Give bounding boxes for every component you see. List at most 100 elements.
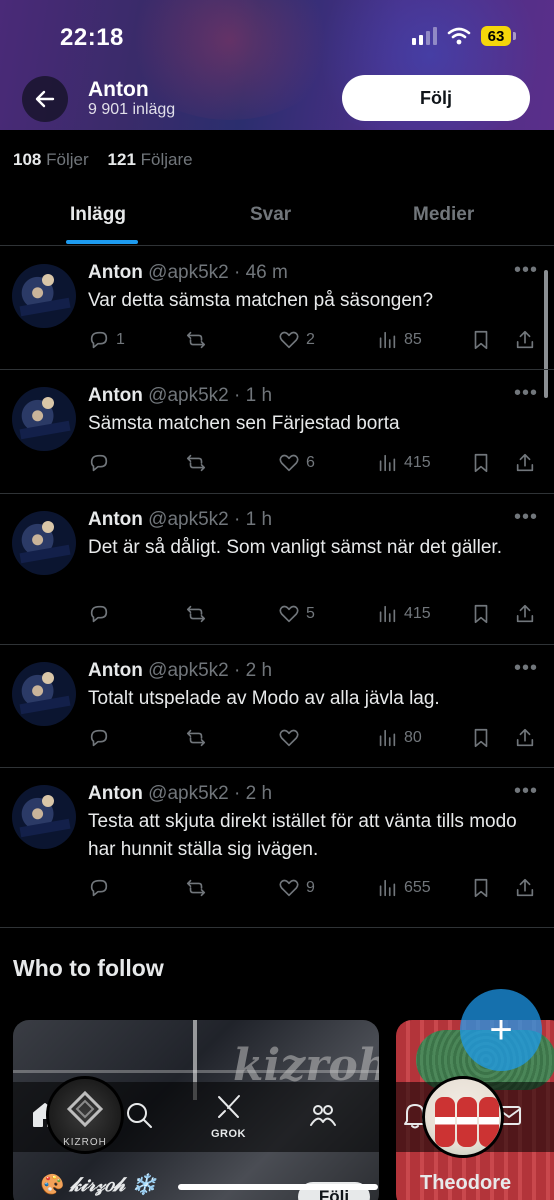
reply-button[interactable]: 1 bbox=[88, 327, 125, 353]
views-button[interactable]: 80 bbox=[376, 725, 422, 751]
more-icon[interactable]: ••• bbox=[514, 780, 538, 803]
bookmark-icon bbox=[474, 878, 488, 898]
share-button[interactable] bbox=[514, 327, 536, 353]
active-tab-indicator bbox=[66, 240, 138, 244]
tweet-actions: 9 655 bbox=[88, 875, 540, 901]
author-handle[interactable]: @apk5k2 bbox=[148, 783, 229, 804]
retweet-icon bbox=[186, 454, 206, 472]
reply-button[interactable] bbox=[88, 601, 116, 627]
views-count: 415 bbox=[404, 605, 431, 622]
like-icon bbox=[279, 454, 299, 472]
tab-replies[interactable]: Svar bbox=[250, 204, 291, 226]
views-button[interactable]: 655 bbox=[376, 875, 431, 901]
search-icon[interactable] bbox=[124, 1100, 154, 1135]
author-name[interactable]: Anton bbox=[88, 509, 143, 530]
author-name[interactable]: Anton bbox=[88, 783, 143, 804]
reply-button[interactable] bbox=[88, 875, 116, 901]
bookmark-button[interactable] bbox=[470, 875, 492, 901]
follow-button[interactable]: Följ bbox=[342, 75, 530, 121]
retweet-button[interactable] bbox=[185, 450, 213, 476]
like-icon bbox=[279, 331, 299, 349]
tweet[interactable]: Anton @apk5k2 · 2 h ••• Totalt utspelade… bbox=[0, 645, 554, 768]
like-button[interactable] bbox=[278, 725, 306, 751]
battery-icon: 63 bbox=[481, 26, 516, 46]
tweet-time[interactable]: 1 h bbox=[246, 509, 272, 530]
profile-stats: 108 Följer 121 Följare bbox=[13, 150, 193, 170]
suggested-account-avatar[interactable] bbox=[422, 1076, 504, 1158]
profile-header: 22:18 63 Anton 9 901 inlägg Följ bbox=[0, 0, 554, 130]
suggested-account-name[interactable]: 🎨 𝓀𝒾𝓇𝓏𝑜𝒽 ❄️ bbox=[38, 1172, 157, 1196]
more-icon[interactable]: ••• bbox=[514, 382, 538, 405]
bookmark-button[interactable] bbox=[470, 450, 492, 476]
tweet-text: Totalt utspelade av Modo av alla jävla l… bbox=[88, 688, 440, 709]
profile-name: Anton bbox=[88, 78, 149, 101]
avatar[interactable] bbox=[12, 662, 76, 726]
tweet-header: Anton @apk5k2 · 1 h bbox=[88, 509, 273, 530]
tweet-header: Anton @apk5k2 · 2 h bbox=[88, 783, 273, 804]
author-handle[interactable]: @apk5k2 bbox=[148, 385, 229, 406]
views-button[interactable]: 415 bbox=[376, 601, 431, 627]
tweet-time[interactable]: 46 m bbox=[246, 262, 288, 283]
avatar[interactable] bbox=[12, 785, 76, 849]
retweet-button[interactable] bbox=[185, 875, 213, 901]
tweet[interactable]: Anton @apk5k2 · 1 h ••• Sämsta matchen s… bbox=[0, 370, 554, 494]
like-button[interactable]: 5 bbox=[278, 601, 315, 627]
more-icon[interactable]: ••• bbox=[514, 506, 538, 529]
tweet[interactable]: Anton @apk5k2 · 46 m ••• Var detta sämst… bbox=[0, 247, 554, 370]
compose-button[interactable]: + bbox=[460, 989, 542, 1071]
author-handle[interactable]: @apk5k2 bbox=[148, 660, 229, 681]
retweet-button[interactable] bbox=[185, 601, 213, 627]
tweet-actions: 1 2 85 bbox=[88, 327, 540, 353]
tweet-time[interactable]: 2 h bbox=[246, 660, 272, 681]
tweet-header: Anton @apk5k2 · 2 h bbox=[88, 660, 273, 681]
author-name[interactable]: Anton bbox=[88, 262, 143, 283]
retweet-button[interactable] bbox=[185, 725, 213, 751]
tweet-time[interactable]: 1 h bbox=[246, 385, 272, 406]
views-button[interactable]: 415 bbox=[376, 450, 431, 476]
share-button[interactable] bbox=[514, 601, 536, 627]
share-button[interactable] bbox=[514, 450, 536, 476]
like-icon bbox=[279, 729, 299, 747]
like-count: 9 bbox=[306, 879, 315, 896]
avatar[interactable] bbox=[12, 511, 76, 575]
bookmark-button[interactable] bbox=[470, 327, 492, 353]
avatar[interactable] bbox=[12, 387, 76, 451]
like-button[interactable]: 9 bbox=[278, 875, 315, 901]
following-link[interactable]: 108 Följer bbox=[13, 150, 89, 169]
share-button[interactable] bbox=[514, 725, 536, 751]
back-button[interactable] bbox=[22, 76, 68, 122]
author-name[interactable]: Anton bbox=[88, 660, 143, 681]
views-count: 415 bbox=[404, 454, 431, 471]
suggested-account-avatar[interactable]: KIZROH bbox=[46, 1076, 124, 1154]
suggested-account-name[interactable]: Theodore bbox=[420, 1172, 511, 1195]
communities-icon[interactable] bbox=[308, 1100, 338, 1135]
tweet[interactable]: Anton @apk5k2 · 1 h ••• Det är så dåligt… bbox=[0, 494, 554, 645]
bookmark-button[interactable] bbox=[470, 601, 492, 627]
reply-button[interactable] bbox=[88, 725, 116, 751]
avatar[interactable] bbox=[12, 264, 76, 328]
author-handle[interactable]: @apk5k2 bbox=[148, 509, 229, 530]
grok-icon[interactable] bbox=[214, 1092, 244, 1127]
views-button[interactable]: 85 bbox=[376, 327, 422, 353]
tab-media[interactable]: Medier bbox=[413, 204, 474, 226]
tweet[interactable]: Anton @apk5k2 · 2 h ••• Testa att skjuta… bbox=[0, 768, 554, 928]
author-name[interactable]: Anton bbox=[88, 385, 143, 406]
like-button[interactable]: 6 bbox=[278, 450, 315, 476]
like-icon bbox=[279, 879, 299, 897]
share-button[interactable] bbox=[514, 875, 536, 901]
like-button[interactable]: 2 bbox=[278, 327, 315, 353]
back-arrow-icon bbox=[35, 90, 55, 108]
tab-posts[interactable]: Inlägg bbox=[70, 204, 126, 226]
followers-link[interactable]: 121 Följare bbox=[108, 150, 193, 169]
bookmark-button[interactable] bbox=[470, 725, 492, 751]
tweet-time[interactable]: 2 h bbox=[246, 783, 272, 804]
share-icon bbox=[516, 330, 534, 349]
reply-icon bbox=[90, 605, 108, 623]
reply-icon bbox=[90, 729, 108, 747]
tweet-actions: 5 415 bbox=[88, 601, 540, 627]
author-handle[interactable]: @apk5k2 bbox=[148, 262, 229, 283]
retweet-button[interactable] bbox=[185, 327, 213, 353]
more-icon[interactable]: ••• bbox=[514, 259, 538, 282]
reply-button[interactable] bbox=[88, 450, 116, 476]
more-icon[interactable]: ••• bbox=[514, 657, 538, 680]
